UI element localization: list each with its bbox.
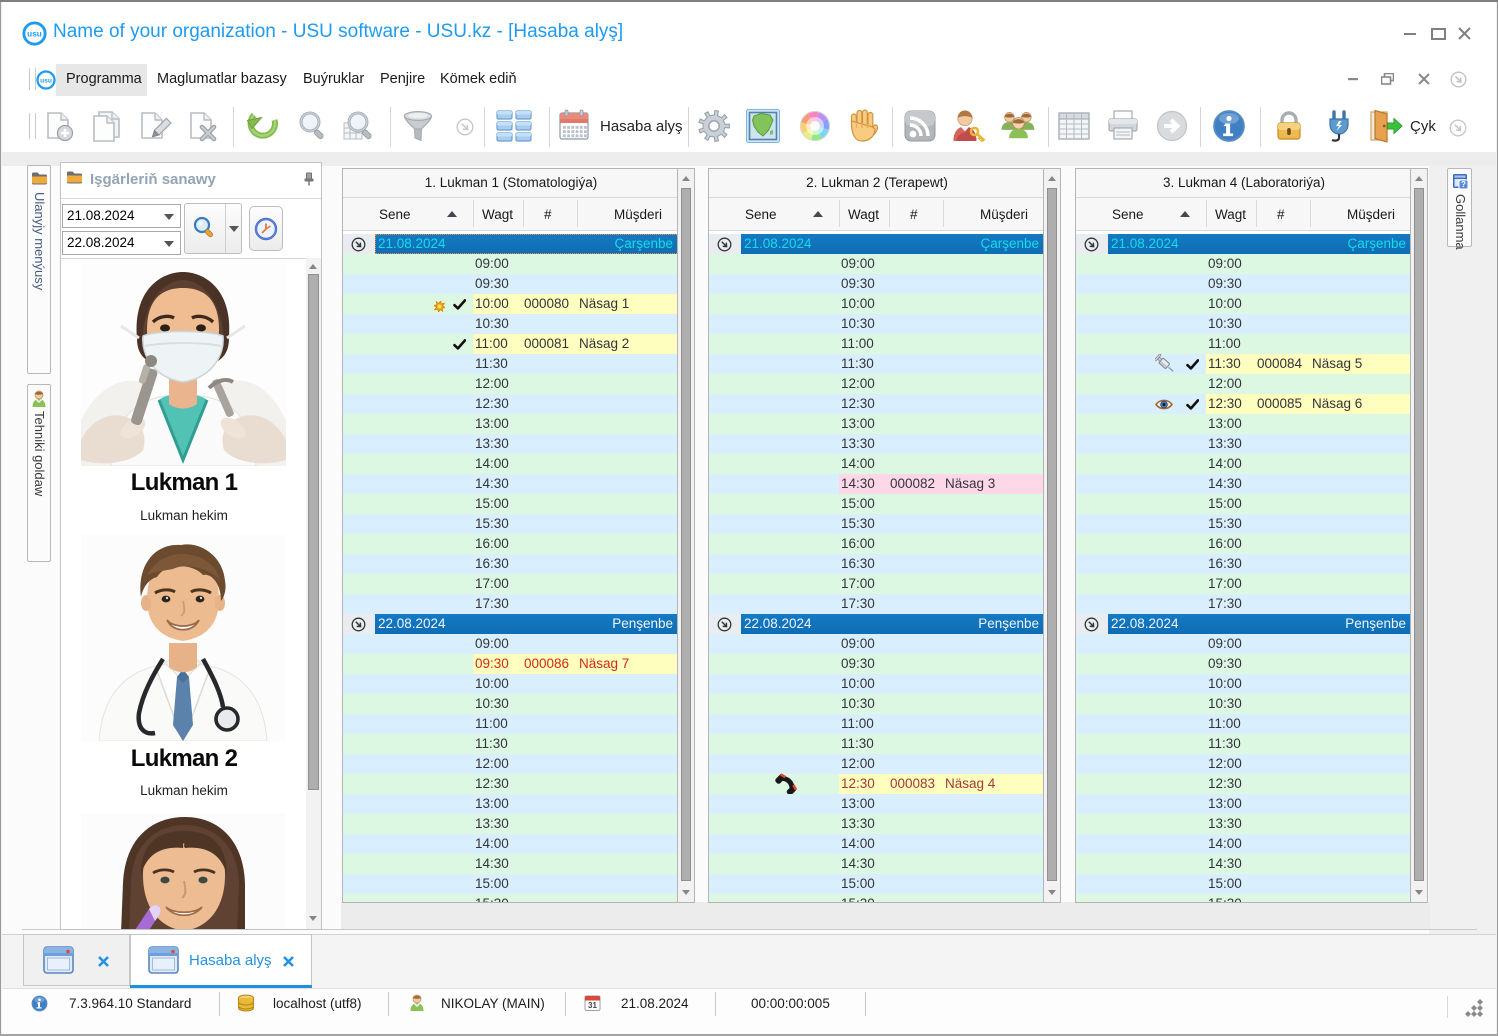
svg-text:?: ? <box>1461 180 1466 189</box>
svg-text:usu: usu <box>40 77 52 84</box>
svg-text:usu: usu <box>27 29 42 38</box>
svg-text:31: 31 <box>588 1001 597 1010</box>
